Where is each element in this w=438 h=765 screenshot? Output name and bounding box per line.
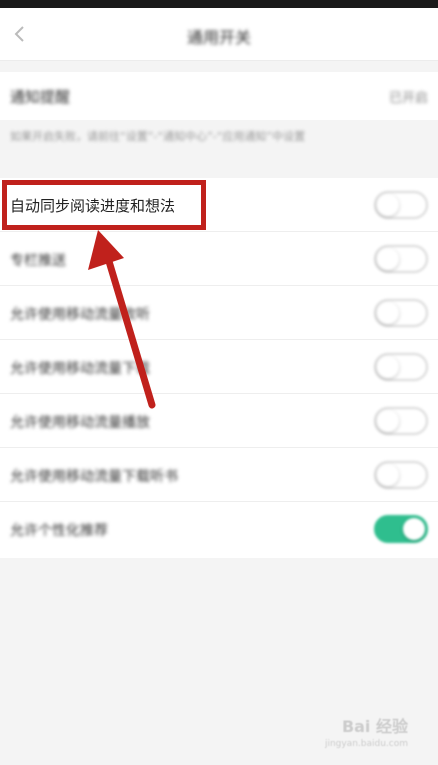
annotation-arrow-icon	[88, 230, 156, 409]
watermark-brand: Bai 经验	[341, 717, 408, 736]
watermark-url: jingyan.baidu.com	[324, 739, 408, 749]
